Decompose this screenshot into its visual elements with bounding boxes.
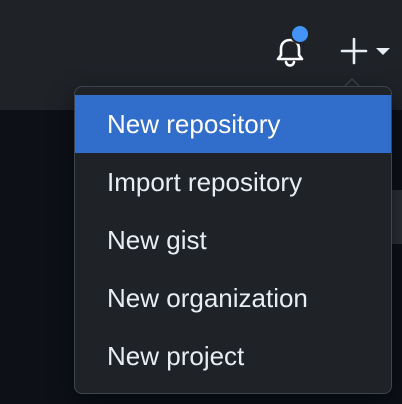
- menu-item-new-repository[interactable]: New repository: [75, 95, 391, 153]
- create-new-dropdown-menu: New repository Import repository New gis…: [74, 86, 392, 394]
- caret-down-icon: [376, 48, 390, 55]
- menu-item-new-gist[interactable]: New gist: [75, 211, 391, 269]
- create-new-button[interactable]: [338, 36, 392, 66]
- unread-notification-indicator: [290, 24, 310, 44]
- plus-icon: [340, 37, 368, 65]
- menu-item-new-project[interactable]: New project: [75, 327, 391, 385]
- create-menu-list: New repository Import repository New gis…: [75, 87, 391, 393]
- page: New repository Import repository New gis…: [0, 0, 402, 404]
- menu-item-import-repository[interactable]: Import repository: [75, 153, 391, 211]
- menu-item-new-organization[interactable]: New organization: [75, 269, 391, 327]
